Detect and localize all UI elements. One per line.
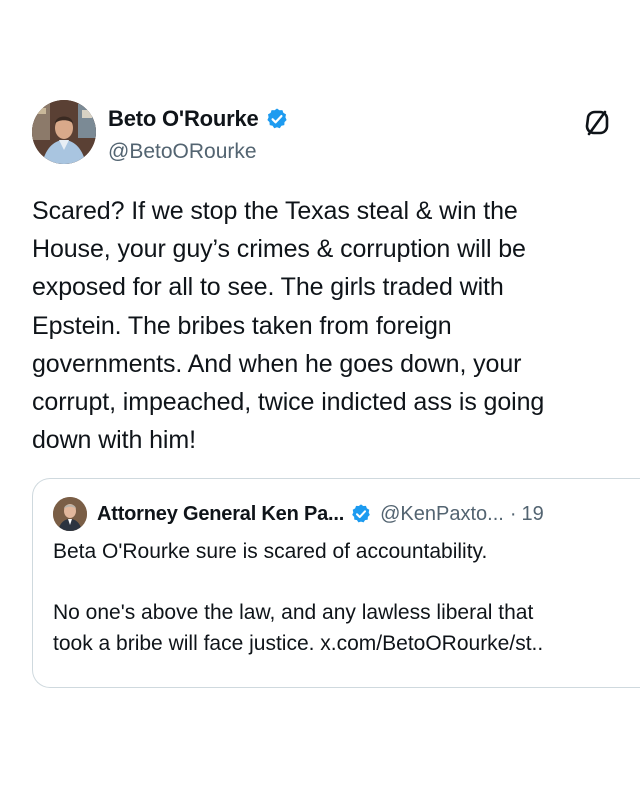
author-handle[interactable]: @BetoORourke [108,140,257,164]
post-header: Beto O'Rourke @BetoORourke [32,100,612,170]
author-avatar[interactable] [32,100,96,164]
quoted-verified-badge-icon [350,503,372,525]
quoted-post-date[interactable]: 19 [521,503,543,526]
quoted-post-text: Beta O'Rourke sure is scared of accounta… [53,540,544,655]
quoted-post[interactable]: Attorney General Ken Pa... @KenPaxto... … [32,478,640,688]
quoted-post-header: Attorney General Ken Pa... @KenPaxto... … [53,497,544,531]
quoted-author-handle[interactable]: @KenPaxto... [380,503,504,526]
quoted-author-avatar[interactable] [53,497,87,531]
post-screenshot: Beto O'Rourke @BetoORourke Scared? If we… [0,0,640,800]
post-text: Scared? If we stop the Texas steal & win… [32,197,545,455]
author-name[interactable]: Beto O'Rourke [108,106,259,132]
x-logo-icon[interactable] [582,108,612,138]
verified-badge-icon [265,107,289,131]
author-name-row: Beto O'Rourke [108,106,289,132]
quoted-author-name[interactable]: Attorney General Ken Pa... [97,503,344,526]
separator-dot: · [509,502,517,525]
